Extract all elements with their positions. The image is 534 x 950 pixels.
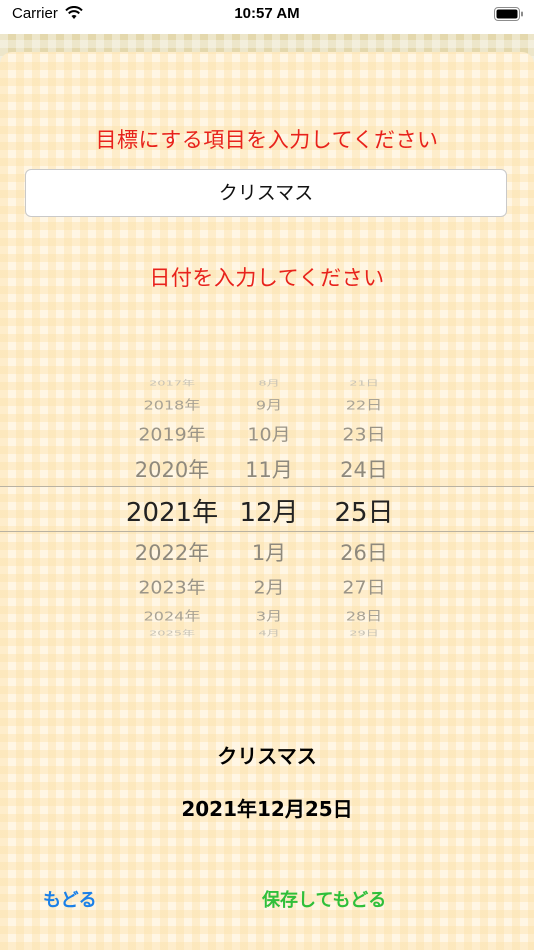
date-prompt: 日付を入力してください [149,266,385,290]
picker-month-option[interactable]: 1月 [232,537,306,567]
date-picker[interactable]: 2017年 2018年 2019年 2020年 2021年 2022年 2023… [0,367,534,647]
picker-day-option[interactable]: 23日 [322,421,406,446]
picker-year-option[interactable]: 2017年 [120,377,224,387]
picker-month-option[interactable]: 2月 [232,574,306,599]
picker-day-option[interactable]: 27日 [322,574,406,599]
picker-year-option[interactable]: 2020年 [120,454,224,484]
picker-day-option[interactable]: 22日 [322,394,406,413]
summary-date: 2021年12月25日 [181,797,353,821]
picker-month-option[interactable]: 3月 [232,605,306,624]
save-and-back-button[interactable]: 保存してもどる [262,886,386,912]
picker-month-option[interactable]: 8月 [232,377,306,387]
picker-month-selected[interactable]: 12月 [232,492,306,529]
entry-sheet: 目標にする項目を入力してください クリスマス 日付を入力してください 2017年… [0,52,534,950]
picker-year-option[interactable]: 2019年 [120,421,224,446]
picker-year-selected[interactable]: 2021年 [120,492,224,529]
picker-year-option[interactable]: 2023年 [120,574,224,599]
picker-day-option[interactable]: 24日 [322,454,406,484]
item-name-field[interactable]: クリスマス [25,169,507,217]
picker-year-option[interactable]: 2018年 [120,394,224,413]
picker-year-option[interactable]: 2024年 [120,605,224,624]
picker-day-selected[interactable]: 25日 [322,492,406,529]
picker-month-option[interactable]: 10月 [232,421,306,446]
summary-item-name: クリスマス [217,744,317,768]
picker-month-option[interactable]: 11月 [232,454,306,484]
picker-day-option[interactable]: 29日 [322,627,406,637]
picker-year-option[interactable]: 2025年 [120,627,224,637]
status-time: 10:57 AM [234,5,300,22]
item-prompt: 目標にする項目を入力してください [95,128,439,152]
year-wheel[interactable]: 2017年 2018年 2019年 2020年 2021年 2022年 2023… [120,367,224,647]
picker-day-option[interactable]: 26日 [322,537,406,567]
day-wheel[interactable]: 21日 22日 23日 24日 25日 26日 27日 28日 29日 [322,367,406,647]
back-button[interactable]: もどる [43,886,97,912]
picker-day-option[interactable]: 21日 [322,377,406,387]
picker-month-option[interactable]: 9月 [232,394,306,413]
picker-day-option[interactable]: 28日 [322,605,406,624]
picker-month-option[interactable]: 4月 [232,627,306,637]
battery-icon [494,6,524,25]
picker-year-option[interactable]: 2022年 [120,537,224,567]
month-wheel[interactable]: 8月 9月 10月 11月 12月 1月 2月 3月 4月 [232,367,306,647]
